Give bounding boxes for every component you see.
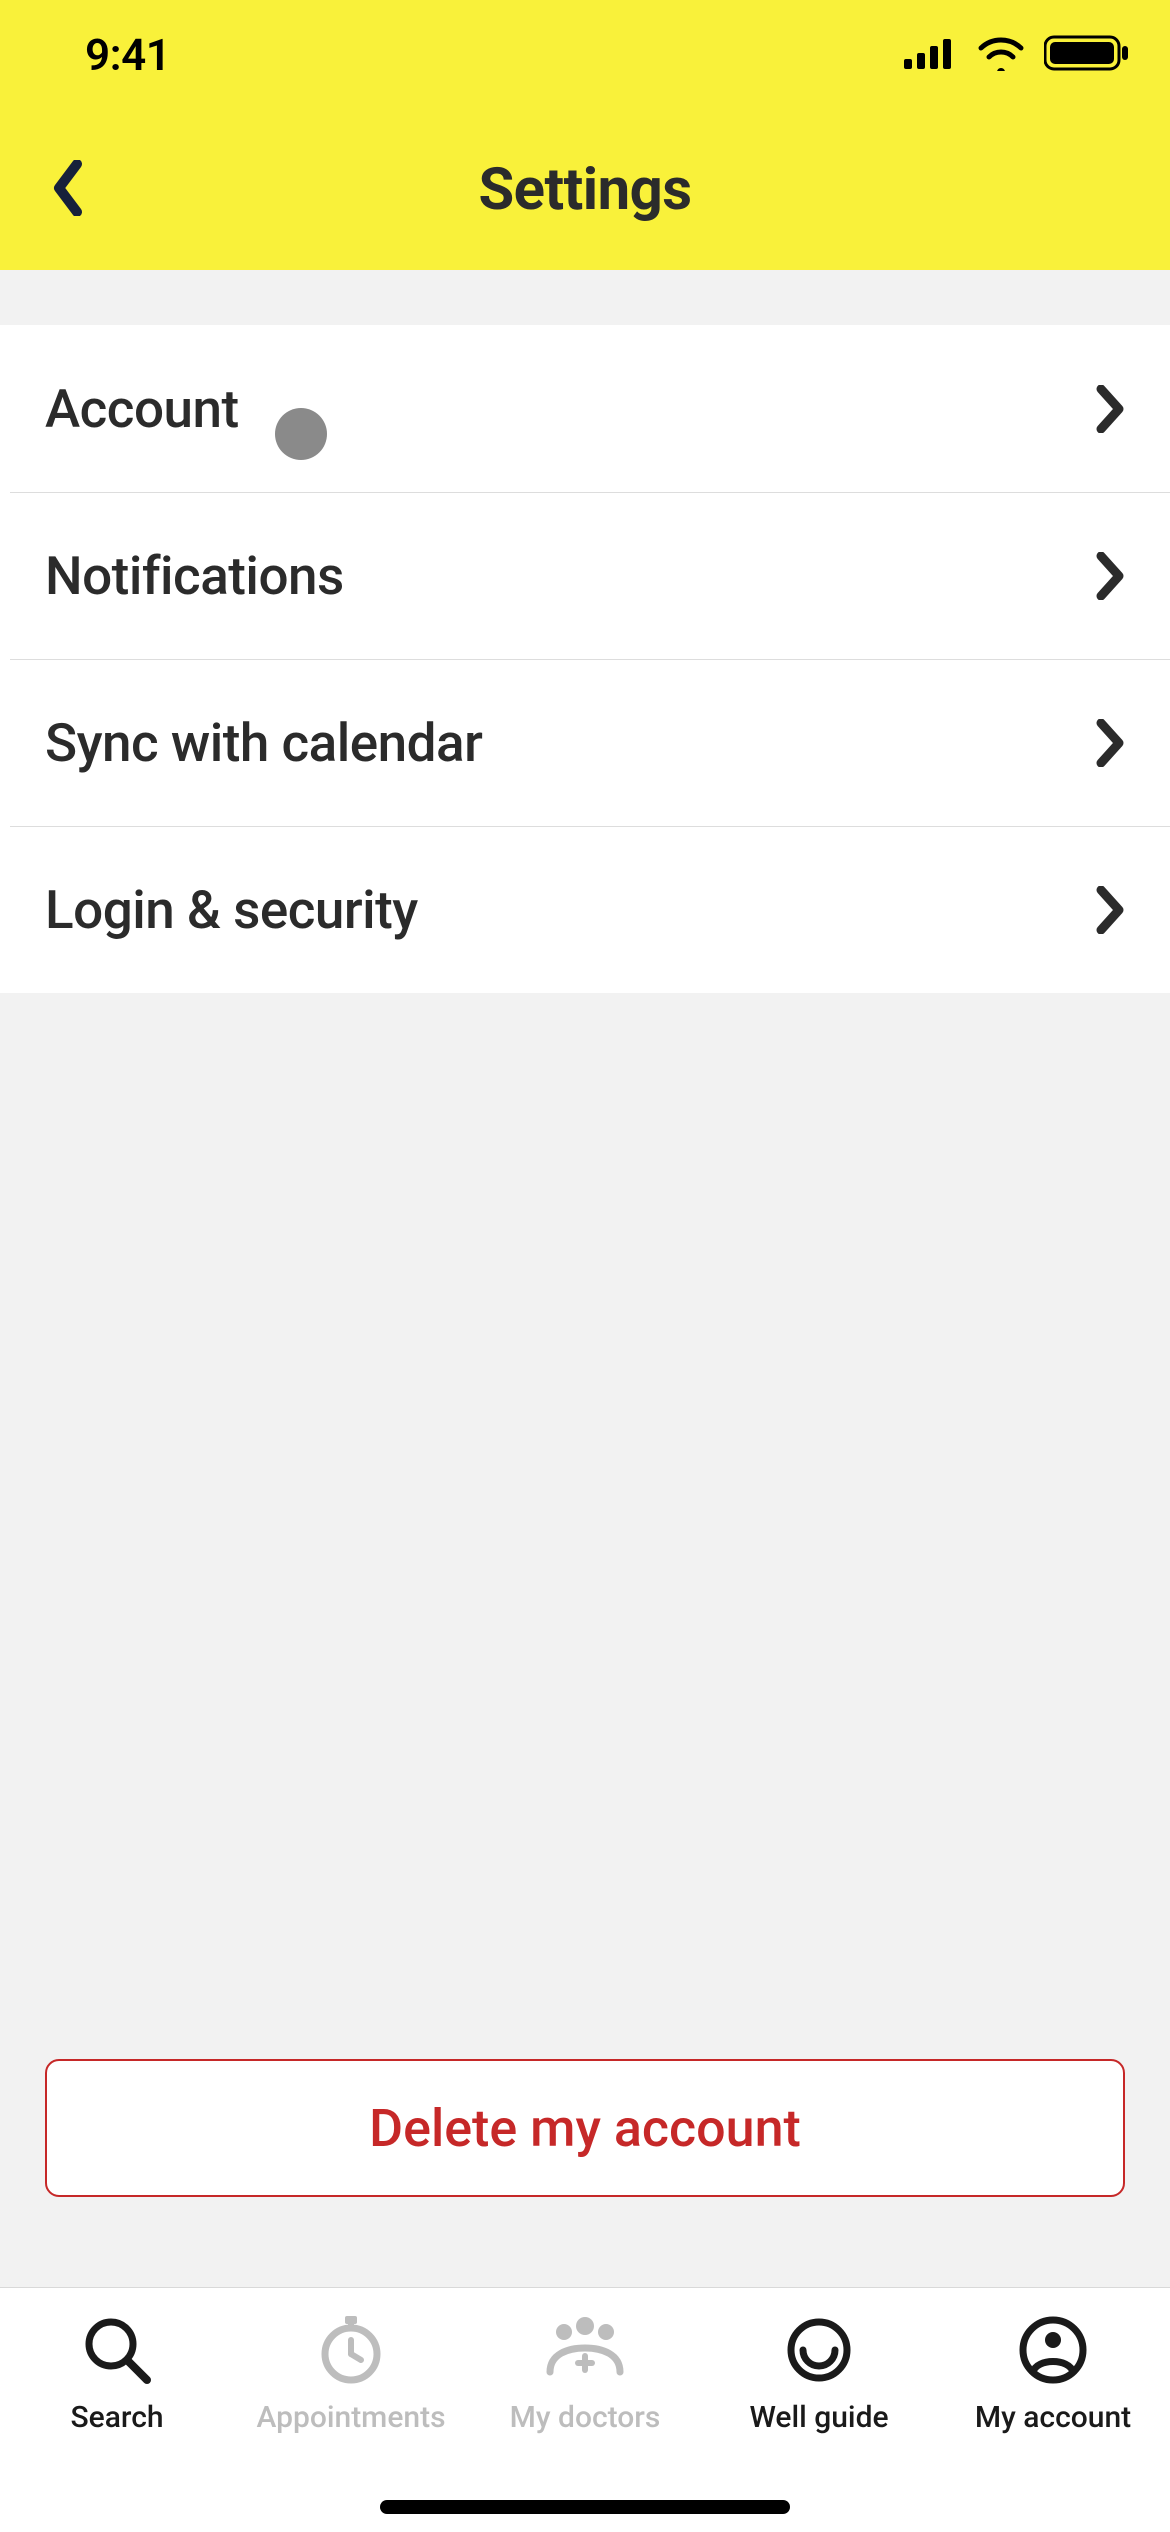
nav-bar: Settings: [0, 110, 1170, 270]
status-time: 9:41: [85, 29, 170, 81]
tab-appointments[interactable]: Appointments: [234, 2310, 468, 2435]
search-icon: [77, 2310, 157, 2390]
header: 9:41: [0, 0, 1170, 270]
tab-my-account[interactable]: My account: [936, 2310, 1170, 2435]
chevron-right-icon: [1095, 385, 1125, 433]
chevron-left-icon: [51, 160, 85, 220]
tab-search[interactable]: Search: [0, 2310, 234, 2435]
clock-icon: [311, 2310, 391, 2390]
tab-bar: Search Appointments: [0, 2287, 1170, 2532]
status-right: [904, 34, 1130, 76]
row-account[interactable]: Account: [0, 325, 1170, 492]
chevron-right-icon: [1095, 719, 1125, 767]
delete-account-label: Delete my account: [369, 2098, 801, 2159]
settings-list: Account Notifications Sync with calendar: [0, 325, 1170, 993]
tab-label: Appointments: [256, 2400, 445, 2435]
battery-icon: [1044, 34, 1130, 76]
tab-well-guide[interactable]: Well guide: [702, 2310, 936, 2435]
doctors-icon: [540, 2310, 630, 2390]
row-label: Sync with calendar: [45, 712, 482, 774]
status-bar: 9:41: [0, 0, 1170, 110]
cellular-icon: [904, 37, 958, 73]
tab-label: Well guide: [749, 2400, 888, 2435]
touch-indicator: [275, 408, 327, 460]
row-label: Login & security: [45, 879, 418, 941]
delete-account-button[interactable]: Delete my account: [45, 2059, 1125, 2197]
row-label: Notifications: [45, 545, 344, 607]
row-label: Account: [45, 378, 239, 440]
content: Account Notifications Sync with calendar: [0, 270, 1170, 2287]
page-title: Settings: [478, 156, 691, 224]
tab-label: My doctors: [510, 2400, 661, 2435]
chevron-right-icon: [1095, 886, 1125, 934]
row-sync-calendar[interactable]: Sync with calendar: [0, 659, 1170, 826]
spacer: [0, 993, 1170, 2059]
tab-label: Search: [70, 2400, 163, 2435]
row-login-security[interactable]: Login & security: [0, 826, 1170, 993]
account-icon: [1013, 2310, 1093, 2390]
tab-label: My account: [975, 2400, 1131, 2435]
home-indicator: [380, 2500, 790, 2514]
back-button[interactable]: [28, 150, 108, 230]
chevron-right-icon: [1095, 552, 1125, 600]
wifi-icon: [976, 35, 1026, 75]
tab-my-doctors[interactable]: My doctors: [468, 2310, 702, 2435]
wellness-icon: [779, 2310, 859, 2390]
row-notifications[interactable]: Notifications: [0, 492, 1170, 659]
